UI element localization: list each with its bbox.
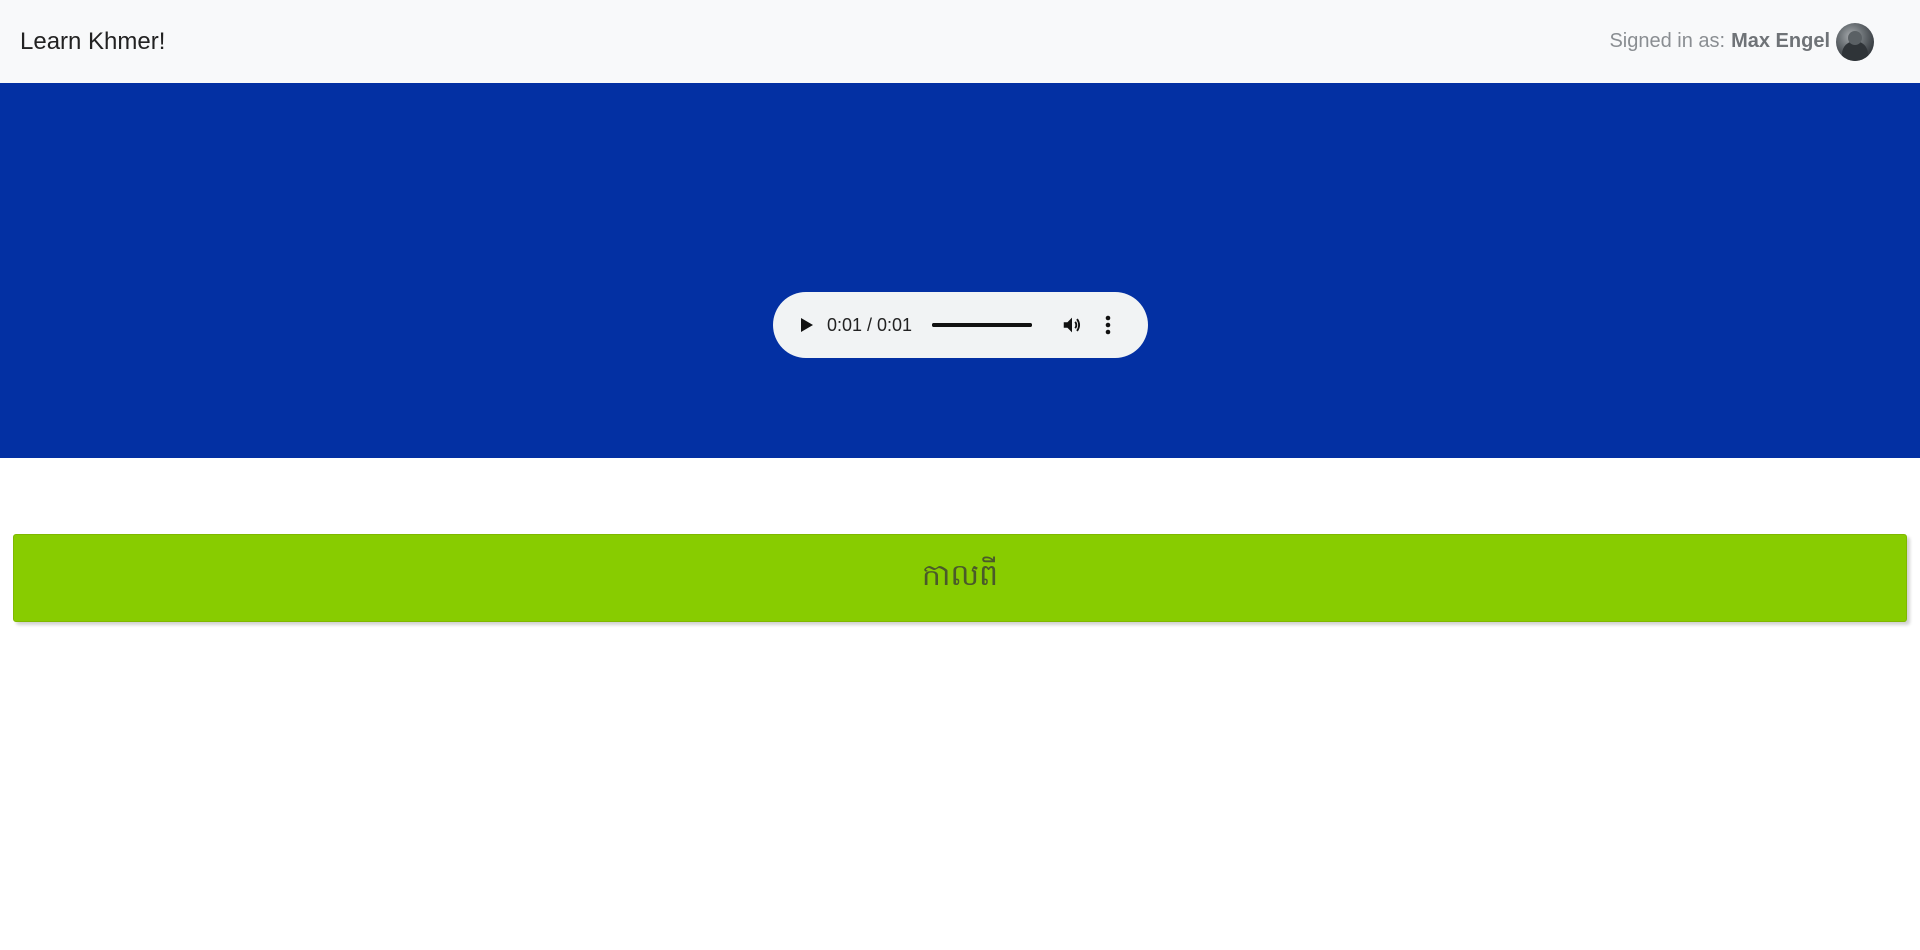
user-name: Max Engel — [1731, 30, 1830, 52]
answer-button[interactable]: កាលពី — [13, 534, 1907, 622]
volume-icon[interactable] — [1060, 313, 1084, 337]
signed-in-label: Signed in as: — [1609, 30, 1726, 52]
user-info: Signed in as: Max Engel — [1609, 22, 1874, 61]
seek-progress — [932, 323, 1033, 327]
audio-hero: 0:01 / 0:01 — [0, 83, 1920, 458]
play-icon[interactable] — [797, 315, 817, 335]
avatar[interactable] — [1836, 22, 1874, 61]
more-vert-icon[interactable] — [1100, 313, 1116, 337]
seek-slider[interactable] — [932, 323, 1033, 327]
audio-player: 0:01 / 0:01 — [773, 292, 1148, 358]
time-display: 0:01 / 0:01 — [827, 314, 913, 335]
navbar: Learn Khmer! Signed in as: Max Engel — [0, 0, 1920, 83]
brand-title[interactable]: Learn Khmer! — [20, 28, 165, 56]
